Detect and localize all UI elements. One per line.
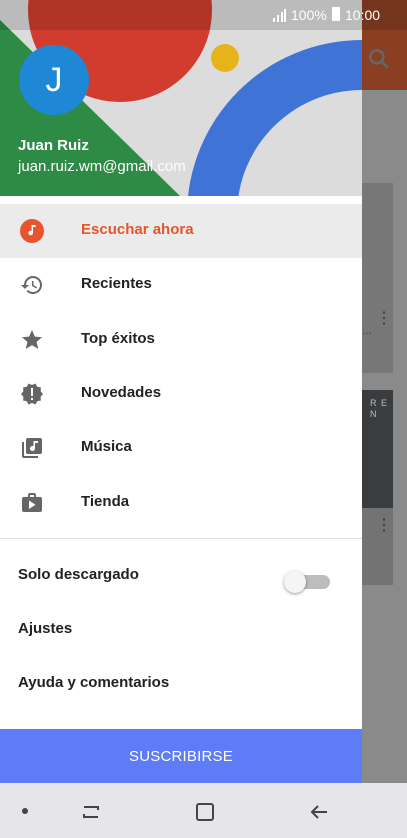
menu-item-label: Música: [81, 438, 132, 455]
menu-item-musica[interactable]: Música: [0, 421, 362, 475]
card-image: R E N: [362, 390, 393, 508]
status-bar: 100% 10:00: [0, 0, 407, 30]
help-feedback-label: Ayuda y comentarios: [18, 674, 170, 691]
menu-item-label: Novedades: [81, 384, 162, 401]
toggle-knob: [284, 571, 306, 593]
card-image-text: R E N: [370, 398, 389, 419]
music-note-icon: [20, 219, 44, 243]
avatar[interactable]: J: [19, 45, 89, 115]
settings-item[interactable]: Ajustes: [0, 603, 362, 657]
menu-item-label: Top éxitos: [81, 330, 155, 347]
downloaded-only-label: Solo descargado: [18, 566, 139, 583]
menu-item-novedades[interactable]: Novedades: [0, 367, 362, 421]
battery-icon: [332, 7, 340, 21]
background-card: ⋮ ...: [362, 183, 393, 373]
system-navigation-bar: [0, 783, 407, 838]
downloaded-only-row[interactable]: Solo descargado: [0, 549, 362, 603]
navigation-drawer: J Juan Ruiz juan.ruiz.wm@gmail.com Escuc…: [0, 0, 362, 783]
signal-icon: [273, 9, 286, 22]
menu-item-recientes[interactable]: Recientes: [0, 258, 362, 312]
downloaded-only-toggle[interactable]: [284, 571, 330, 593]
more-options-icon: ⋮: [376, 310, 392, 327]
star-icon: [22, 330, 42, 349]
card-text-fragment: ...: [362, 323, 373, 337]
help-feedback-item[interactable]: Ayuda y comentarios: [0, 657, 362, 711]
account-name: Juan Ruiz: [18, 137, 89, 154]
menu-item-label: Tienda: [81, 493, 130, 510]
menu-item-label: Escuchar ahora: [81, 221, 194, 238]
clock: 10:00: [345, 7, 381, 23]
new-release-icon: [21, 383, 43, 405]
back-icon[interactable]: [306, 799, 332, 825]
search-icon: [368, 48, 389, 69]
more-options-icon: ⋮: [376, 517, 392, 534]
divider: [0, 538, 362, 539]
subscribe-button[interactable]: SUSCRIBIRSE: [0, 729, 362, 783]
store-icon: [22, 493, 42, 512]
menu-item-top-exitos[interactable]: Top éxitos: [0, 313, 362, 367]
recent-apps-icon[interactable]: [78, 799, 104, 825]
account-email: juan.ruiz.wm@gmail.com: [18, 158, 186, 175]
settings-label: Ajustes: [18, 620, 73, 637]
nav-dot-icon[interactable]: [22, 808, 28, 814]
menu-item-tienda[interactable]: Tienda: [0, 476, 362, 530]
background-card: R E N ⋮: [362, 390, 393, 585]
history-icon: [21, 276, 42, 294]
menu-item-label: Recientes: [81, 275, 152, 292]
home-icon[interactable]: [192, 799, 218, 825]
library-music-icon: [22, 438, 42, 458]
battery-percentage: 100%: [291, 7, 327, 23]
menu-item-escuchar-ahora[interactable]: Escuchar ahora: [0, 204, 362, 258]
